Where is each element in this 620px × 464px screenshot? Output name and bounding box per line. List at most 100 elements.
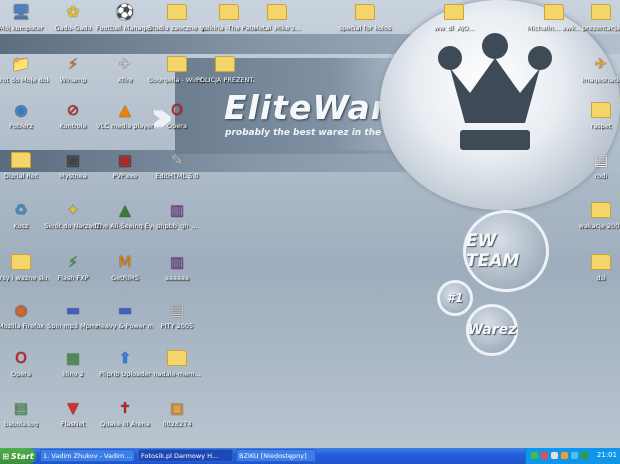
tools-icon: ✦ xyxy=(66,201,80,219)
desktop-icon-label: kursy i ważne skróty pulpitu xyxy=(0,274,50,282)
desktop-icon[interactable]: Metal_Mike's... xyxy=(248,2,306,32)
taskbar-button-fotosik[interactable]: Fotosik.pl Darmowy H... xyxy=(138,449,233,462)
desktop-icon[interactable]: Dizrial Rec xyxy=(0,150,50,180)
desktop-icon-label: wakacje 2008 xyxy=(578,222,620,230)
desktop-icon[interactable]: 🖥 Mój komputer xyxy=(0,2,50,32)
document-icon: ▤ xyxy=(593,151,609,169)
desktop-icon[interactable]: ▦ klinv 2 xyxy=(44,348,102,378)
desktop-icon[interactable]: POLICJA PREZENTACJA xyxy=(196,54,254,84)
block-icon: ⊘ xyxy=(66,101,80,119)
tray-volume-icon[interactable] xyxy=(551,452,558,459)
desktop-icon-label: klinv 2 xyxy=(62,370,84,378)
desktop-icon[interactable]: ◉ Pobierz xyxy=(0,100,50,130)
desktop-icon-label: PVP.exe xyxy=(112,172,138,180)
desktop-icon[interactable]: 📁 Skrót do Moje dokumenty xyxy=(0,54,50,84)
warez-badge: Warez xyxy=(466,304,518,356)
crown-icon xyxy=(438,33,552,150)
desktop-icon[interactable]: ⚡ Winamp xyxy=(44,54,102,84)
desktop-icon[interactable]: prezentacja xyxy=(572,2,620,32)
desktop-icon[interactable]: ◉ Mozilla Firefox xyxy=(0,300,50,330)
desktop-icon[interactable]: ▬ Heavy & Power mp3 na DVD xyxy=(96,300,154,330)
desktop-icon[interactable]: ▣ Mystnea xyxy=(44,150,102,180)
desktop-icon[interactable]: M GetRIMS xyxy=(96,252,154,282)
folder-icon xyxy=(215,54,235,74)
desktop-icon[interactable]: Studia zaoczne grupy weeke... xyxy=(148,2,206,32)
folder-icon xyxy=(11,150,31,170)
clock: 21:01 xyxy=(596,451,617,459)
desktop-icon-label: Metal_Mike's... xyxy=(253,24,301,32)
desktop-icon[interactable]: ▲ The All-Seeing Eye xyxy=(96,200,154,230)
desktop-icon[interactable]: ✎ EditHTML 5.0 xyxy=(148,150,206,180)
desktop-icon-label: nadale-mem... xyxy=(153,370,201,378)
opera-icon: O xyxy=(171,101,183,119)
desktop-icon[interactable]: ▼ FlasNet xyxy=(44,398,102,428)
archive-icon: ▥ xyxy=(169,253,185,271)
tray-antivirus-icon[interactable] xyxy=(541,452,548,459)
tray-gadu-icon[interactable] xyxy=(531,452,538,459)
tray-app-icon[interactable] xyxy=(561,452,568,459)
desktop-icon[interactable]: ▬ Spin mp3 Mpmr xyxy=(44,300,102,330)
desktop-icon[interactable]: ww_dl_AJO... xyxy=(425,2,483,32)
desktop-icon[interactable]: O Opera xyxy=(148,100,206,130)
flashfxp-icon: ⚡ xyxy=(67,253,79,271)
folder-icon xyxy=(591,2,611,22)
archive-icon: ▥ xyxy=(169,201,185,219)
desktop-icon[interactable]: nadale-mem... xyxy=(148,348,206,378)
folder-icon xyxy=(591,252,611,272)
start-button[interactable]: ⊞ Start xyxy=(0,448,36,464)
tray-network-icon[interactable] xyxy=(571,452,578,459)
recycle-bin-icon: ♻ xyxy=(14,201,28,219)
desktop-icon-label: Mystnea xyxy=(59,172,87,180)
desktop-icon[interactable]: wakacje 2008 xyxy=(572,200,620,230)
desktop-icon[interactable]: ▥ aaaaaa xyxy=(148,252,206,282)
desktop-icon[interactable]: ✈ Xfire xyxy=(96,54,154,84)
taskbar-button-winamp[interactable]: 1. Vadim Zhukov - Vadim ... xyxy=(40,449,135,462)
number-one-badge: #1 xyxy=(437,280,473,316)
desktop-icon[interactable]: ✝ Quake III Arena xyxy=(96,398,154,428)
desktop-icon[interactable]: ✈ imageshack xyxy=(572,54,620,84)
desktop-icon[interactable]: ▤ PITY 2005 xyxy=(148,300,206,330)
desktop-icon[interactable]: ▲ VLC media player xyxy=(96,100,154,130)
desktop-icon-label: Xfire xyxy=(117,76,133,84)
desktop-icon-label: EditHTML 5.0 xyxy=(155,172,199,180)
desktop-icon[interactable]: ▤ rodi xyxy=(572,150,620,180)
upload-icon: ⬆ xyxy=(118,349,132,367)
desktop-icon-label: raspet xyxy=(590,122,612,130)
desktop-icon-label: Mozilla Firefox xyxy=(0,322,44,330)
desktop-icon[interactable]: ▤ babola.log xyxy=(0,398,50,428)
gadu-icon: ✿ xyxy=(66,3,80,21)
desktop-icon[interactable]: ♻ Kosz xyxy=(0,200,50,230)
scanner-icon: ▬ xyxy=(65,301,81,319)
desktop-icon[interactable]: ✿ Gadu-Gadu xyxy=(44,2,102,32)
desktop-icon-label: Skrót do Moje dokumenty xyxy=(0,76,50,84)
desktop-icon[interactable]: ✦ Skrót do Narzędzi xyxy=(44,200,102,230)
desktop-icon-label: babola.log xyxy=(4,420,38,428)
desktop-icon[interactable]: O Opera xyxy=(0,348,50,378)
image-icon: ▣ xyxy=(169,399,185,417)
desktop-icon-label: aaaaaa xyxy=(165,274,189,282)
desktop-icon[interactable]: ▣ 0028274 xyxy=(148,398,206,428)
taskbar-button-bziku[interactable]: BZIKU [Niedostępny] xyxy=(236,449,316,462)
desktop-icon[interactable]: ⚡ Flash FXP xyxy=(44,252,102,282)
desktop-icon[interactable]: raspet xyxy=(572,100,620,130)
desktop-icon[interactable]: kursy i ważne skróty pulpitu xyxy=(0,252,50,282)
desktop-icon[interactable]: ⚽ Football Manager 2007 xyxy=(96,2,154,32)
desktop-icon[interactable]: ▥ phpbb_gh_... xyxy=(148,200,206,230)
desktop-icon-label: special for kolos xyxy=(338,24,392,32)
folder-icon xyxy=(219,2,239,22)
desktop-icon-label: Winamp xyxy=(59,76,87,84)
imageshack-icon: ✈ xyxy=(594,55,608,73)
desktop-icon[interactable]: dsi xyxy=(572,252,620,282)
desktop-icon-label: phpbb_gh_... xyxy=(156,222,198,230)
klinv-icon: ▦ xyxy=(65,349,81,367)
folder-icon xyxy=(591,100,611,120)
folder-icon xyxy=(167,2,187,22)
desktop-icon[interactable]: ⊘ Kontrole xyxy=(44,100,102,130)
desktop-icon-label: rodi xyxy=(594,172,608,180)
tray-shield-icon[interactable] xyxy=(581,452,588,459)
desktop-icon[interactable]: special for kolos xyxy=(336,2,394,32)
desktop-icon-label: POLICJA PREZENTACJA xyxy=(196,76,254,84)
desktop-icon[interactable]: ⬆ Pliprib Uploader xyxy=(96,348,154,378)
fm-icon: ⚽ xyxy=(115,3,135,21)
desktop-icon[interactable]: ▣ PVP.exe xyxy=(96,150,154,180)
